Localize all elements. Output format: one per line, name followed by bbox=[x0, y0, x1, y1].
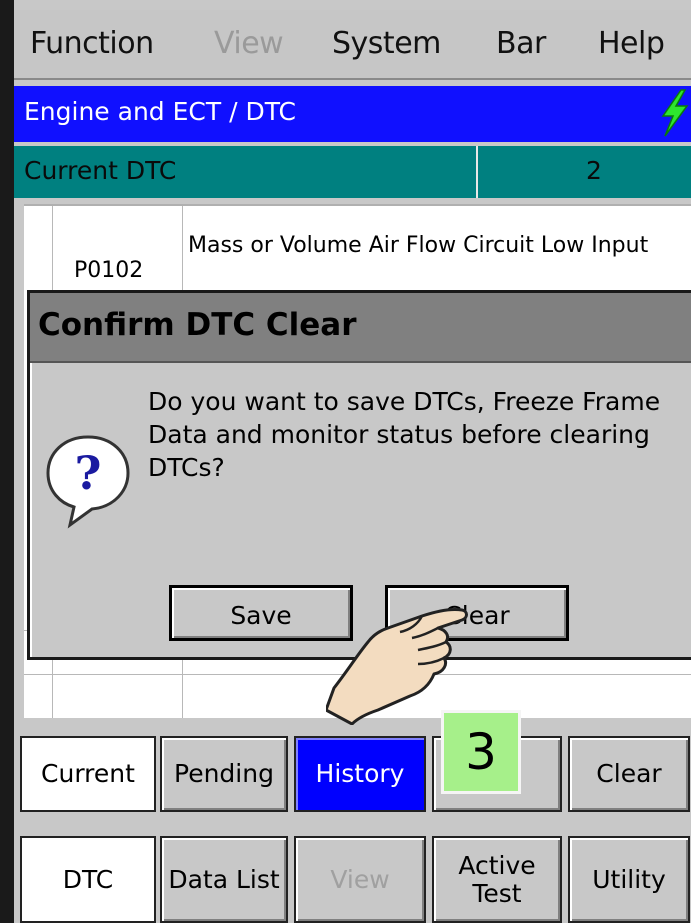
tab-clear[interactable]: Clear bbox=[568, 736, 690, 812]
svg-text:?: ? bbox=[75, 446, 102, 500]
dtc-header: Current DTC 2 bbox=[14, 146, 691, 198]
title-bar: Engine and ECT / DTC bbox=[14, 86, 691, 142]
menu-bar: Function View System Bar Help bbox=[14, 10, 691, 80]
question-icon: ? bbox=[46, 435, 130, 529]
dialog-title: Confirm DTC Clear bbox=[38, 307, 357, 343]
menu-help[interactable]: Help bbox=[598, 26, 665, 61]
diagnostic-screen: Function View System Bar Help Engine and… bbox=[0, 0, 691, 923]
menu-system[interactable]: System bbox=[332, 26, 441, 61]
tab-dtc[interactable]: DTC bbox=[20, 836, 156, 923]
tab-view: View bbox=[294, 836, 426, 923]
tab-current[interactable]: Current bbox=[20, 736, 156, 812]
dtc-header-divider bbox=[476, 146, 478, 198]
menu-function[interactable]: Function bbox=[30, 26, 154, 61]
menu-bar-item[interactable]: Bar bbox=[496, 26, 546, 61]
main-tab-row: DTC Data List View Active Test Utility bbox=[14, 830, 691, 923]
dtc-header-label: Current DTC bbox=[24, 156, 177, 185]
tab-history[interactable]: History bbox=[294, 736, 426, 812]
menu-view: View bbox=[214, 26, 284, 61]
tab-utility[interactable]: Utility bbox=[568, 836, 690, 923]
lightning-icon bbox=[661, 89, 689, 137]
dtc-tab-row: Current Pending History Clear bbox=[14, 730, 691, 818]
dtc-description: Mass or Volume Air Flow Circuit Low Inpu… bbox=[188, 233, 649, 258]
pointing-hand-icon bbox=[326, 608, 468, 725]
device-frame bbox=[0, 0, 14, 923]
tab-pending[interactable]: Pending bbox=[160, 736, 288, 812]
screen-title: Engine and ECT / DTC bbox=[24, 97, 296, 126]
tab-active-test[interactable]: Active Test bbox=[432, 836, 562, 923]
dialog-title-bar: Confirm DTC Clear bbox=[30, 293, 691, 363]
dialog-message: Do you want to save DTCs, Freeze Frame D… bbox=[148, 387, 661, 482]
dtc-code: P0102 bbox=[74, 258, 144, 283]
tab-data-list[interactable]: Data List bbox=[160, 836, 288, 923]
dtc-count: 2 bbox=[586, 156, 602, 185]
